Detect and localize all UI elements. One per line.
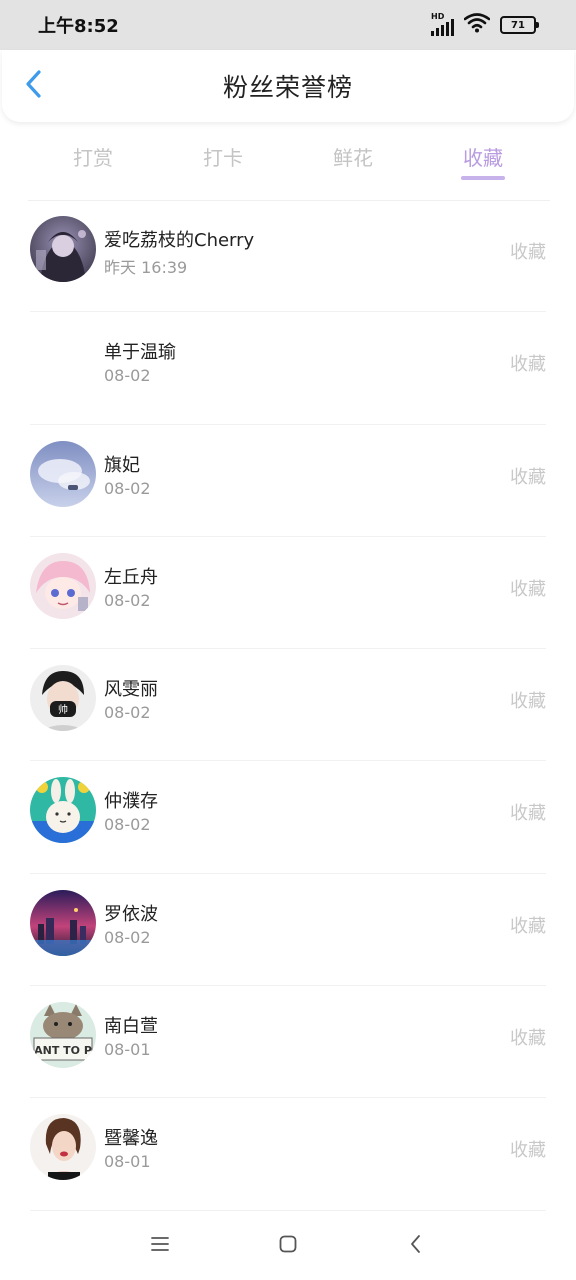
favorite-label: 收藏 [510,466,546,488]
fan-name: 仲濮存 [104,791,158,813]
avatar[interactable] [30,889,96,956]
chevron-left-icon [24,69,44,103]
fan-name: 南白萱 [104,1016,158,1038]
list-item[interactable]: 罗依波 08-02 收藏 [0,874,576,987]
favorite-label: 收藏 [510,1140,546,1162]
list-item[interactable]: 单于温瑜 08-02 收藏 [0,312,576,425]
favorite-label: 收藏 [510,803,546,825]
svg-text:帅: 帅 [58,703,68,716]
fan-date: 08-02 [104,815,151,835]
status-time: 上午8:52 [38,16,119,37]
menu-icon [150,1235,170,1257]
favorite-label: 收藏 [510,354,546,376]
hd-badge: HD [431,12,445,21]
system-nav-bar [0,1212,576,1280]
page-title: 粉丝荣誉榜 [222,73,353,102]
fan-date: 昨天 16:39 [104,258,188,277]
svg-text:ANT TO P: ANT TO P [34,1044,92,1057]
tab-favorites[interactable]: 收藏 [423,130,543,194]
avatar[interactable] [30,216,96,282]
avatar[interactable] [30,440,96,507]
title-bar: 粉丝荣誉榜 [2,50,574,122]
fan-name: 左丘舟 [104,566,158,588]
fan-date: 08-02 [104,590,151,610]
avatar[interactable] [30,777,96,844]
avatar[interactable] [30,552,96,619]
fan-honor-page: 上午8:52 HD 71 粉丝荣誉榜 打赏 打卡 鲜花 收藏 爱吃荔枝的Cher… [0,0,576,1280]
fan-date: 08-02 [104,366,151,386]
list-item[interactable]: 帅 风雯丽 08-02 收藏 [0,649,576,762]
tab-bar: 打赏 打卡 鲜花 收藏 [0,130,576,194]
avatar[interactable] [30,1114,96,1181]
list-item[interactable]: 暨馨逸 08-01 收藏 [0,1098,576,1211]
favorite-label: 收藏 [510,242,546,263]
list-item[interactable]: 旗妃 08-02 收藏 [0,425,576,537]
tab-checkin[interactable]: 打卡 [163,130,283,194]
fan-list: 爱吃荔枝的Cherry 昨天 16:39 收藏 单于温瑜 08-02 收藏 旗妃… [0,200,576,1211]
fan-name: 暨馨逸 [104,1128,158,1150]
fan-name: 风雯丽 [104,679,158,701]
back-icon [409,1234,423,1258]
fan-name: 爱吃荔枝的Cherry [104,230,255,251]
fan-date: 08-01 [104,1152,151,1172]
tab-reward[interactable]: 打赏 [33,130,153,194]
favorite-label: 收藏 [510,578,546,600]
wifi-icon [463,13,491,37]
battery-level: 71 [511,19,525,31]
favorite-label: 收藏 [510,915,546,937]
tab-label: 收藏 [463,146,503,170]
list-item[interactable]: 爱吃荔枝的Cherry 昨天 16:39 收藏 [0,200,576,313]
fan-date: 08-02 [104,703,151,723]
avatar[interactable] [30,328,96,395]
list-item[interactable]: 仲濮存 08-02 收藏 [0,761,576,874]
status-icons: HD 71 [431,12,539,37]
list-item[interactable]: ANT TO P 南白萱 08-01 收藏 [0,986,576,1099]
favorite-label: 收藏 [510,1028,546,1050]
home-icon [278,1234,298,1258]
avatar[interactable]: ANT TO P [30,1002,96,1069]
avatar[interactable]: 帅 [30,665,96,732]
fan-date: 08-01 [104,1040,151,1060]
battery-icon: 71 [500,16,539,34]
list-item[interactable]: 左丘舟 08-02 收藏 [0,537,576,650]
back-button[interactable] [16,68,52,104]
fan-date: 08-02 [104,478,151,498]
fan-name: 旗妃 [104,454,140,476]
fan-date: 08-02 [104,927,151,947]
fan-name: 罗依波 [104,903,158,925]
menu-button[interactable] [143,1229,177,1263]
tab-flowers[interactable]: 鲜花 [293,130,413,194]
favorite-label: 收藏 [510,691,546,713]
divider [30,1209,546,1211]
fan-name: 单于温瑜 [104,342,176,364]
home-button[interactable] [271,1229,305,1263]
system-back-button[interactable] [399,1229,433,1263]
signal-icon: HD [431,12,454,36]
tab-label: 打赏 [73,146,113,170]
active-tab-indicator [461,176,505,180]
tab-label: 打卡 [203,146,243,170]
tab-label: 鲜花 [333,146,373,170]
status-bar: 上午8:52 HD 71 [0,0,576,50]
